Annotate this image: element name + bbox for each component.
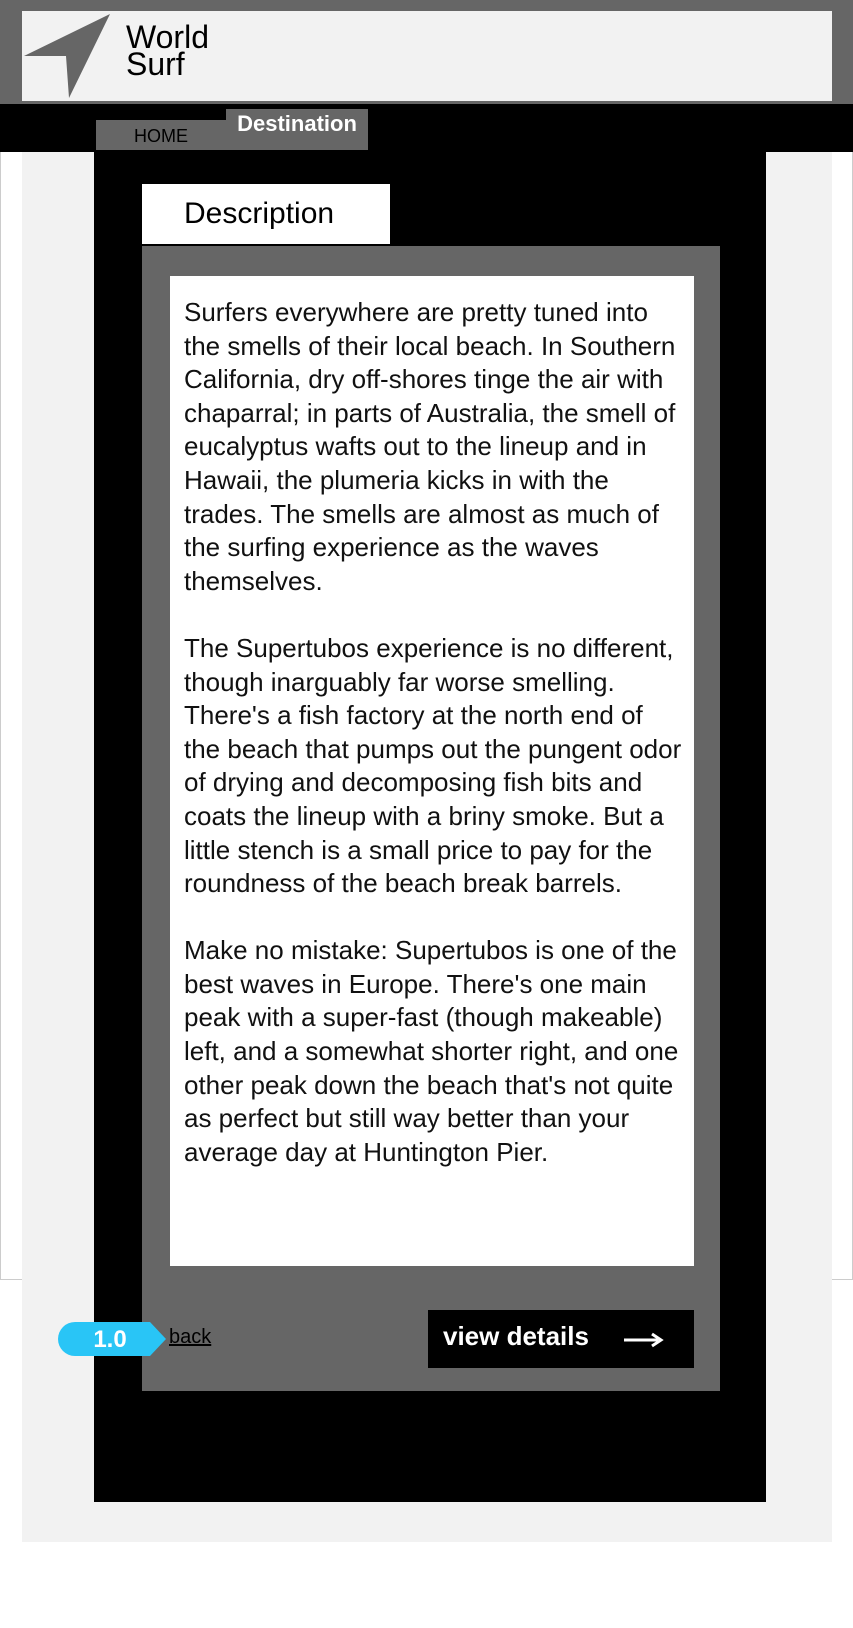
view-details-label: view details — [443, 1321, 589, 1351]
description-paragraph-2: The Supertubos experience is no differen… — [184, 632, 682, 899]
logo-arrow-icon — [24, 14, 110, 98]
version-badge: 1.0 — [93, 1326, 127, 1353]
long-arrow-right-icon — [624, 1332, 664, 1348]
description-paragraph-1: Surfers everywhere are pretty tuned into… — [184, 297, 676, 596]
nav-tab-destination-label: Destination — [237, 111, 357, 136]
nav-tab-home[interactable]: HOME — [96, 120, 226, 150]
description-tab[interactable]: Description — [142, 184, 390, 244]
description-text-box: Surfers everywhere are pretty tuned into… — [170, 276, 694, 1266]
nav-tab-destination[interactable]: Destination — [226, 109, 368, 150]
logo-line-2: Surf — [126, 46, 185, 82]
logo-text[interactable]: World Surf — [126, 21, 209, 82]
back-link[interactable]: back — [169, 1326, 211, 1348]
description-paragraph-3: Make no mistake: Supertubos is one of th… — [184, 935, 679, 1167]
